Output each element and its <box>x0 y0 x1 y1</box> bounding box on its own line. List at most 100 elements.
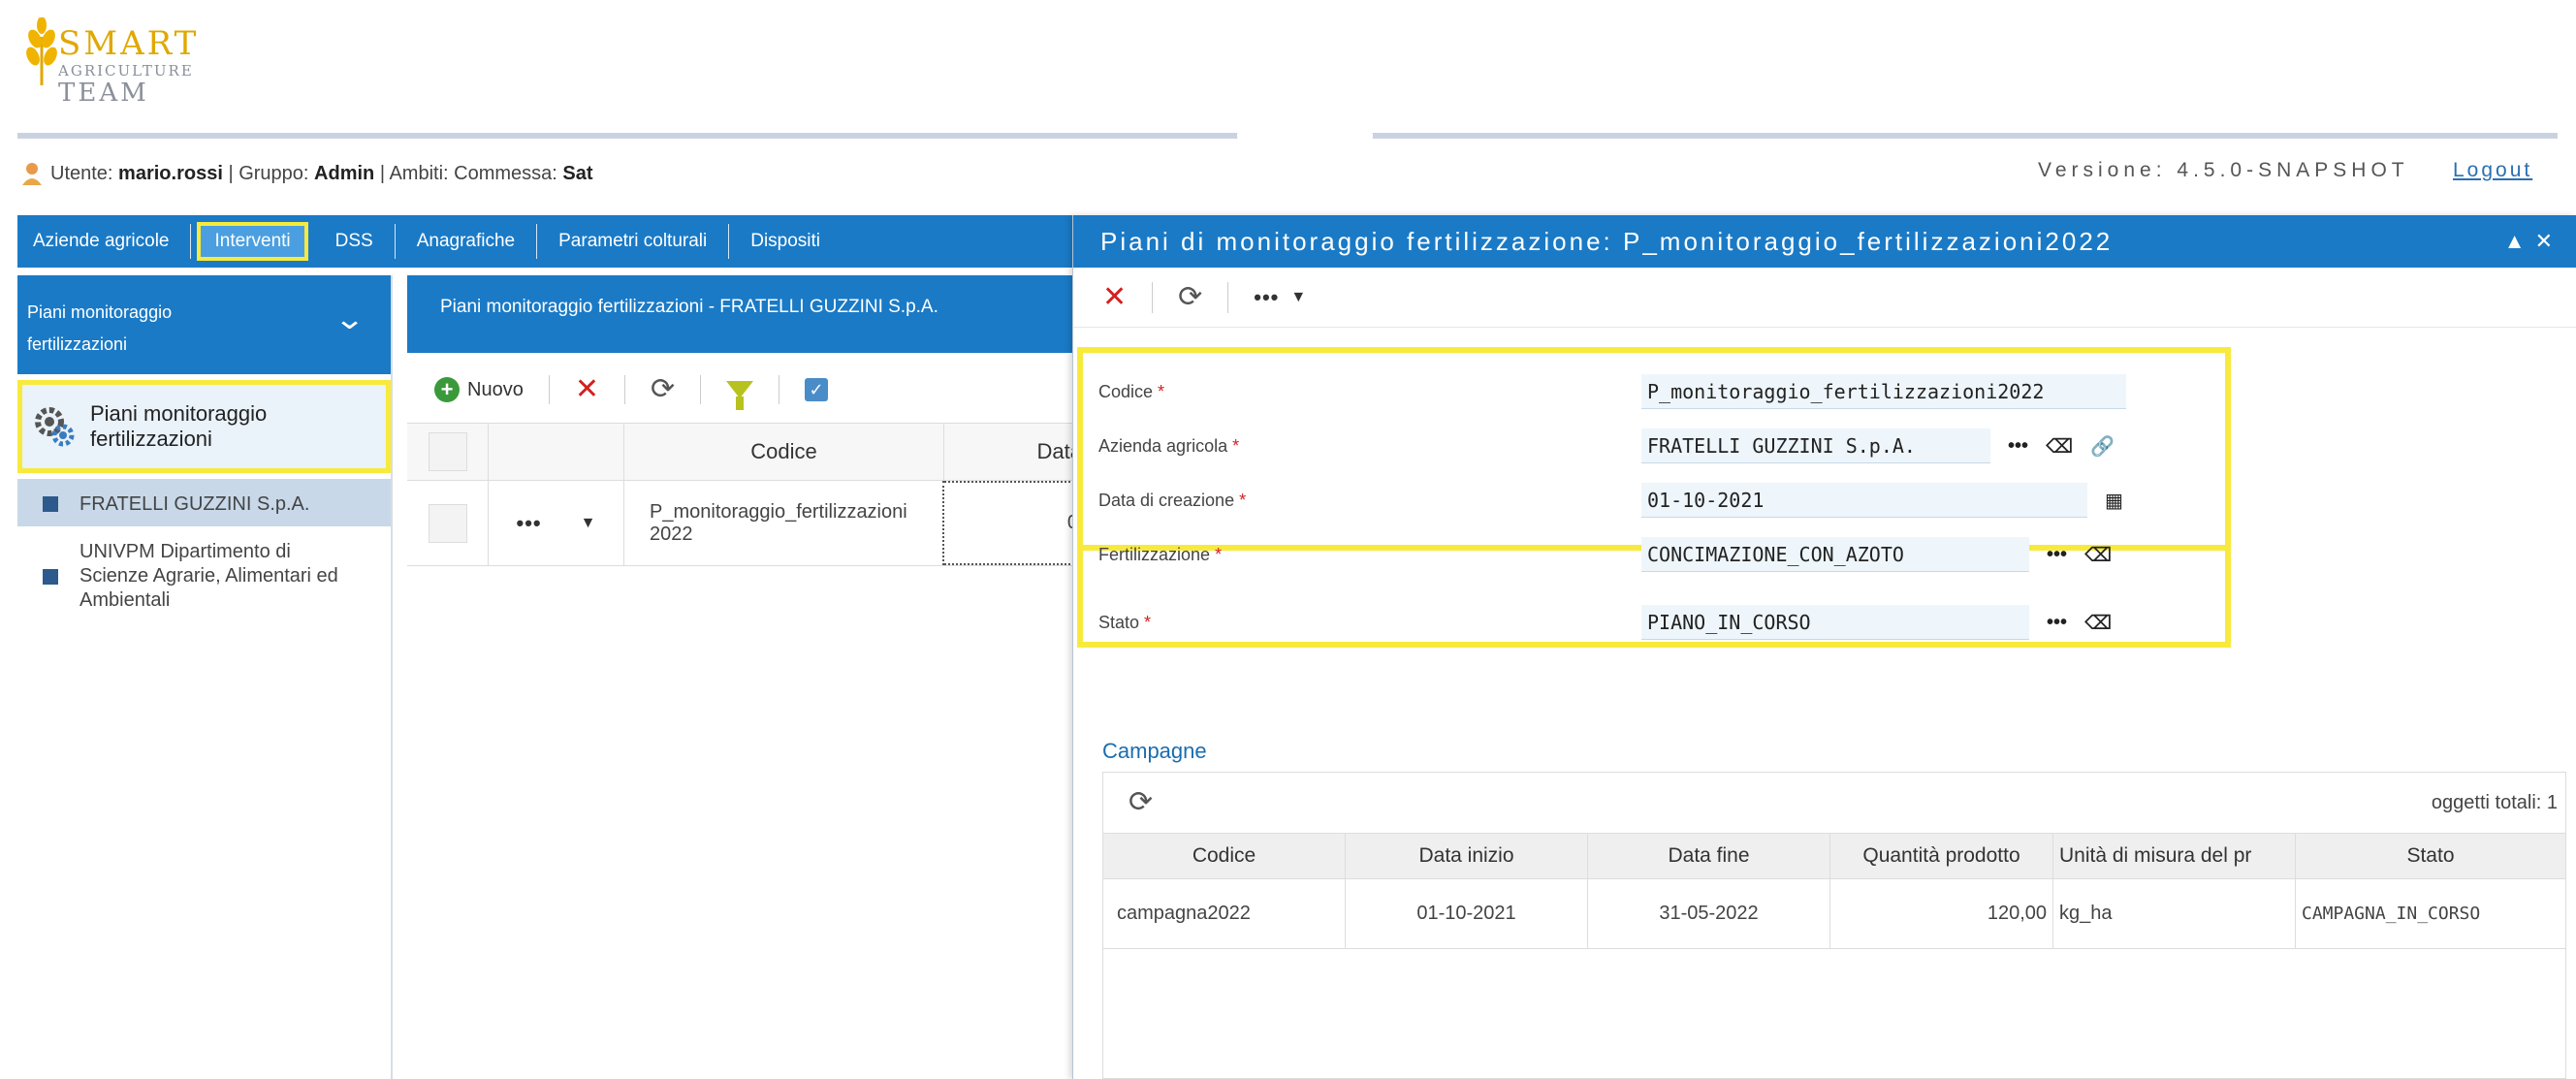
refresh-icon[interactable]: ⟳ <box>1178 282 1202 312</box>
row-checkbox[interactable] <box>428 503 467 543</box>
sidebar-header[interactable]: Piani monitoraggio fertilizzazioni ⌄ <box>17 275 391 374</box>
close-icon[interactable]: ✕ <box>2535 229 2562 253</box>
detail-panel-title-bar: Piani di monitoraggio fertilizzazione: P… <box>1073 215 2576 268</box>
folder-icon <box>43 569 58 585</box>
header-checkbox[interactable] <box>428 432 467 471</box>
nav-aziende-agricole[interactable]: Aziende agricole <box>17 224 192 259</box>
refresh-icon[interactable]: ⟳ <box>1129 788 1153 817</box>
field-fertilizzazione: Fertilizzazione * CONCIMAZIONE_CON_AZOTO… <box>1098 535 2112 574</box>
nav-dss[interactable]: DSS <box>314 224 396 259</box>
campagne-header: Codice Data inizio Data fine Quantità pr… <box>1103 833 2565 879</box>
user-prefix: Utente: <box>50 162 113 184</box>
codice-input[interactable]: P_monitoraggio_fertilizzazioni2022 <box>1641 374 2126 409</box>
refresh-icon[interactable]: ⟳ <box>651 375 675 404</box>
more-menu-icon[interactable]: ••• <box>1254 285 1279 310</box>
cell-data-fine: 31-05-2022 <box>1588 879 1830 948</box>
middle-panel-header: Piani monitoraggio fertilizzazioni - FRA… <box>407 275 1086 353</box>
user-icon <box>22 163 42 185</box>
close-detail-icon[interactable]: ✕ <box>1102 282 1127 312</box>
field-data: Data di creazione * 01-10-2021 ▦ <box>1098 481 2123 520</box>
filter-icon[interactable] <box>726 381 754 410</box>
delete-icon[interactable]: ✕ <box>575 375 599 404</box>
field-azienda: Azienda agricola * FRATELLI GUZZINI S.p.… <box>1098 427 2115 465</box>
select-all-icon[interactable]: ✓ <box>805 378 829 401</box>
cell-codice: campagna2022 <box>1103 879 1346 948</box>
eraser-icon[interactable]: ⌫ <box>2046 434 2073 459</box>
sidebar: Piani monitoraggio fertilizzazioni ⌄ Pia… <box>17 275 393 1079</box>
tree-item-label: FRATELLI GUZZINI S.p.A. <box>80 493 310 515</box>
cell-unita: kg_ha <box>2053 879 2296 948</box>
sidebar-header-label: Piani monitoraggio fertilizzazioni <box>27 302 173 355</box>
scope-name: Sat <box>562 162 593 184</box>
fert-label: Fertilizzazione <box>1098 544 1211 564</box>
col-data-fine[interactable]: Data fine <box>1588 834 1830 878</box>
more-icon[interactable]: ••• <box>2047 544 2067 566</box>
user-name: mario.rossi <box>118 162 223 184</box>
sidebar-selected-item[interactable]: Piani monitoraggio fertilizzazioni <box>17 380 391 473</box>
chevron-down-icon[interactable]: ⌄ <box>334 293 366 347</box>
table-row[interactable]: ••• ▼ P_monitoraggio_fertilizzazioni 202… <box>407 481 1086 566</box>
table-row[interactable]: campagna2022 01-10-2021 31-05-2022 120,0… <box>1103 879 2565 949</box>
tree-item-guzzini[interactable]: FRATELLI GUZZINI S.p.A. <box>17 479 391 526</box>
group-name: Admin <box>314 162 375 184</box>
field-stato: Stato * PIANO_IN_CORSO ••• ⌫ <box>1098 603 2112 642</box>
tree-item-label: UNIVPM Dipartimento di Scienze Agrarie, … <box>80 541 338 611</box>
azienda-input[interactable]: FRATELLI GUZZINI S.p.A. <box>1641 428 1990 463</box>
nav-interventi[interactable]: Interventi <box>197 222 308 261</box>
scope-prefix: | Ambiti: Commessa: <box>379 162 557 184</box>
col-codice[interactable]: Codice <box>624 424 944 480</box>
caret-down-icon[interactable]: ▼ <box>581 515 596 532</box>
campagne-title: Campagne <box>1102 739 1207 763</box>
sidebar-selected-label: Piani monitoraggio fertilizzazioni <box>90 400 268 451</box>
stato-input[interactable]: PIANO_IN_CORSO <box>1641 605 2029 640</box>
field-codice: Codice * P_monitoraggio_fertilizzazioni2… <box>1098 372 2126 411</box>
row-codice: P_monitoraggio_fertilizzazioni 2022 <box>624 481 944 565</box>
cell-data-inizio: 01-10-2021 <box>1346 879 1588 948</box>
middle-toolbar: + Nuovo ✕ ⟳ ✓ <box>407 361 1086 419</box>
table-header: Codice Data <box>407 423 1086 481</box>
fert-input[interactable]: CONCIMAZIONE_CON_AZOTO <box>1641 537 2029 572</box>
codice-label: Codice <box>1098 381 1154 401</box>
cell-stato: CAMPAGNA_IN_CORSO <box>2302 903 2481 924</box>
detail-form: Codice * P_monitoraggio_fertilizzazioni2… <box>1077 347 2231 572</box>
detail-panel-title: Piani di monitoraggio fertilizzazione: P… <box>1100 226 2114 256</box>
eraser-icon[interactable]: ⌫ <box>2084 611 2112 635</box>
col-data[interactable]: Data <box>944 424 1086 480</box>
calendar-icon[interactable]: ▦ <box>2105 489 2123 513</box>
logout-link[interactable]: Logout <box>2453 159 2532 182</box>
col-codice[interactable]: Codice <box>1103 834 1346 878</box>
eraser-icon[interactable]: ⌫ <box>2084 543 2112 567</box>
logo-line2: AGRICULTURE <box>58 62 194 80</box>
logo-line3: TEAM <box>58 79 149 109</box>
group-prefix: | Gruppo: <box>228 162 309 184</box>
folder-icon <box>43 496 58 512</box>
detail-panel: Piani di monitoraggio fertilizzazione: P… <box>1072 215 2576 1079</box>
version-label: Versione: 4.5.0-SNAPSHOT <box>2038 159 2409 181</box>
col-data-inizio[interactable]: Data inizio <box>1346 834 1588 878</box>
cell-quantita: 120,00 <box>1830 879 2053 948</box>
nav-parametri-colturali[interactable]: Parametri colturali <box>537 224 730 259</box>
caret-down-icon[interactable]: ▼ <box>1290 289 1306 306</box>
app-logo: SMART AGRICULTURE TEAM <box>17 12 270 123</box>
collapse-icon[interactable]: ▲ <box>2504 229 2535 253</box>
new-button[interactable]: Nuovo <box>467 379 524 401</box>
campagne-grid: ⟳ oggetti totali: 1 Codice Data inizio D… <box>1102 772 2566 1079</box>
nav-anagrafiche[interactable]: Anagrafiche <box>396 224 538 259</box>
row-menu-icon[interactable]: ••• <box>517 511 542 536</box>
data-input[interactable]: 01-10-2021 <box>1641 483 2087 518</box>
col-stato[interactable]: Stato <box>2296 834 2565 878</box>
nav-dispositivi[interactable]: Dispositi <box>729 224 842 259</box>
plans-table: Codice Data ••• ▼ P_monitoraggio_fertili… <box>407 423 1086 566</box>
tree-item-univpm[interactable]: UNIVPM Dipartimento di Scienze Agrarie, … <box>17 526 391 622</box>
link-icon[interactable]: 🔗 <box>2090 434 2115 459</box>
data-label: Data di creazione <box>1098 490 1235 510</box>
more-icon[interactable]: ••• <box>2047 612 2067 634</box>
add-icon[interactable]: + <box>434 377 460 402</box>
col-unita[interactable]: Unità di misura del pr <box>2053 834 2296 878</box>
azienda-label: Azienda agricola <box>1098 435 1228 456</box>
main-nav: Aziende agricole Interventi DSS Anagrafi… <box>17 215 1084 268</box>
more-icon[interactable]: ••• <box>2008 435 2028 458</box>
col-quantita[interactable]: Quantità prodotto <box>1830 834 2053 878</box>
total-count: oggetti totali: 1 <box>2431 792 2558 813</box>
row-data: 0 <box>944 481 1086 565</box>
